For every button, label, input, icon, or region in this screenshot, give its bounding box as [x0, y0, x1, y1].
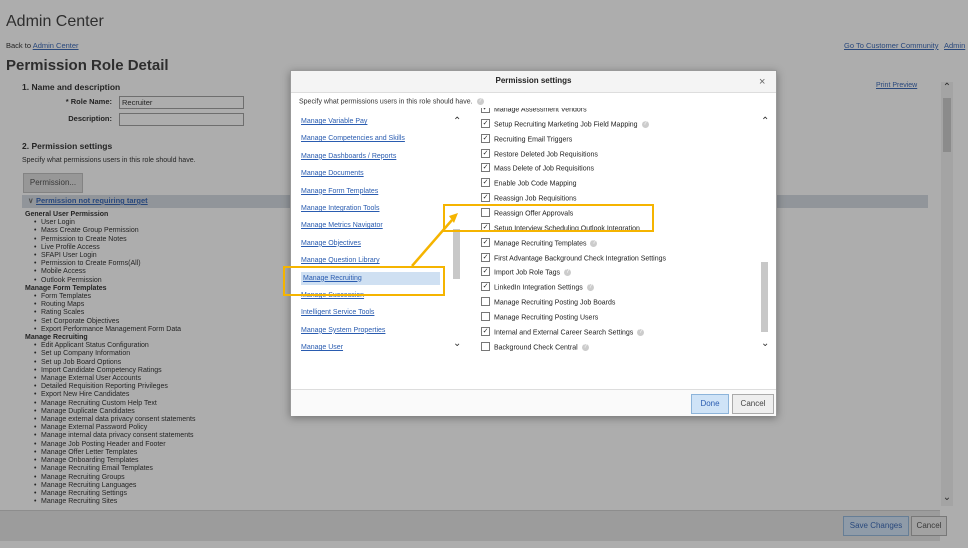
arrow-annotation: [411, 213, 458, 267]
arrow-line: [411, 219, 453, 267]
